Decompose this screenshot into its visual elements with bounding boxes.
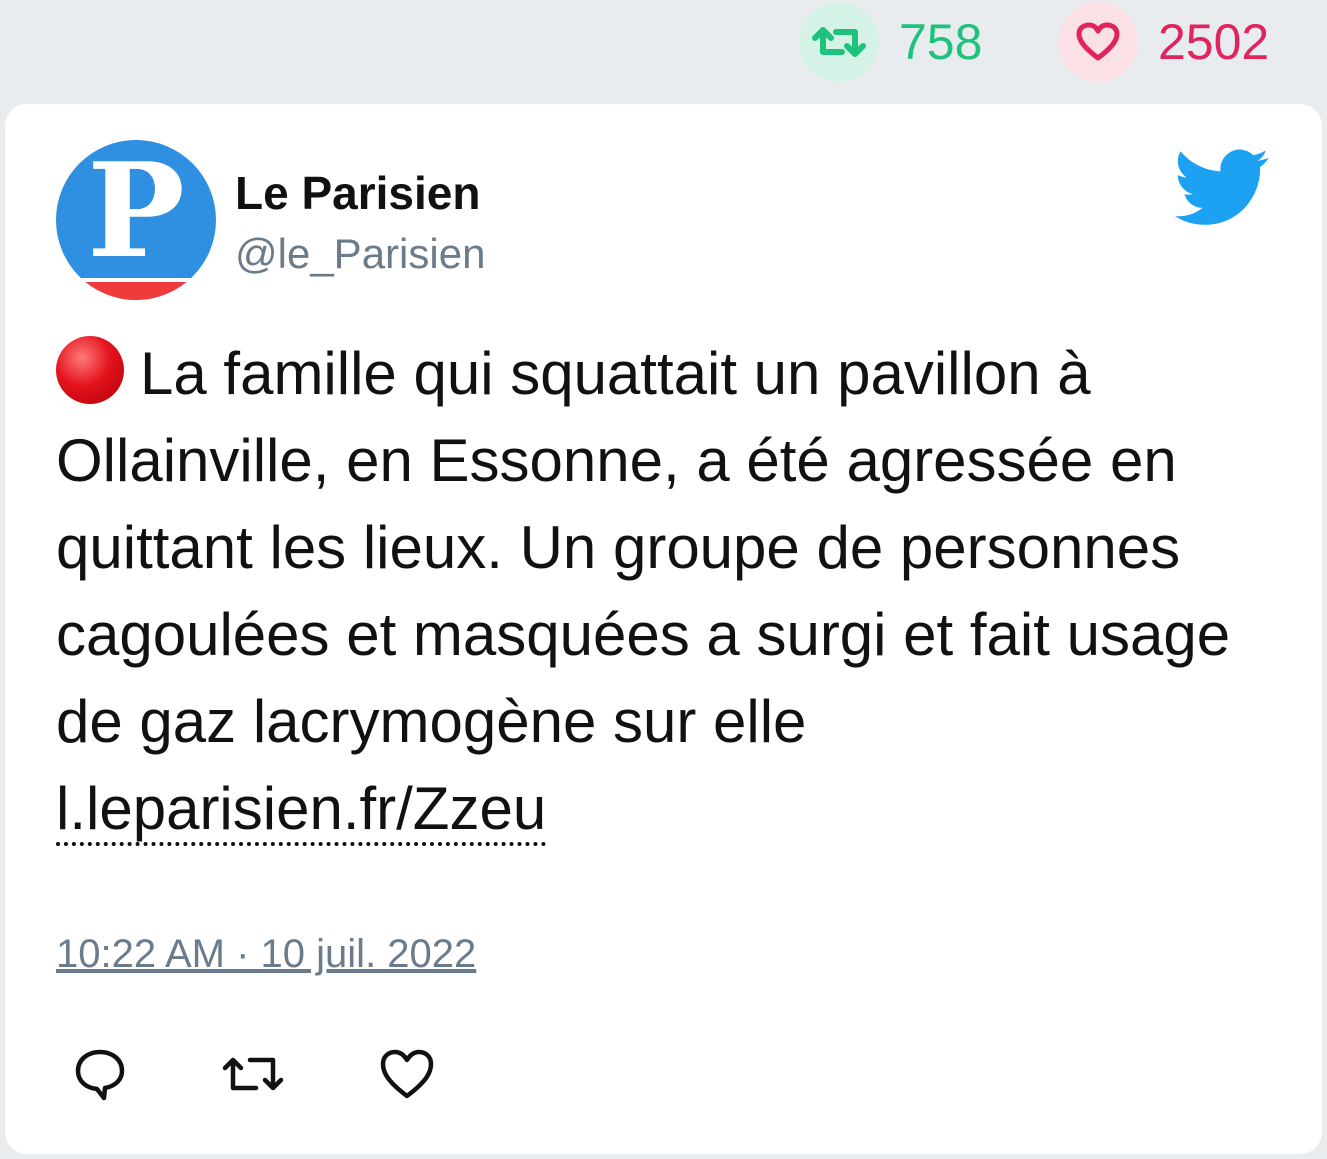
tweet-text: La famille qui squattait un pavillon à O…: [56, 330, 1276, 852]
like-stat[interactable]: 2502: [1058, 2, 1269, 82]
retweet-count: 758: [899, 14, 983, 70]
red-circle-emoji: [56, 336, 124, 404]
like-icon[interactable]: [377, 1044, 437, 1104]
retweet-stat[interactable]: 758: [799, 2, 982, 82]
avatar[interactable]: P: [56, 140, 216, 300]
tweet-timestamp[interactable]: 10:22 AM · 10 juil. 2022: [56, 932, 476, 977]
retweet-icon: [799, 2, 879, 82]
twitter-bird-icon[interactable]: [1175, 148, 1270, 228]
tweet-body: La famille qui squattait un pavillon à O…: [56, 340, 1231, 755]
avatar-band: [56, 282, 216, 300]
tweet-link[interactable]: l.leparisien.fr/Zzeu: [56, 775, 547, 846]
retweet-icon[interactable]: [220, 1044, 284, 1104]
author-name[interactable]: Le Parisien: [235, 166, 480, 220]
author-handle[interactable]: @le_Parisien: [235, 230, 485, 278]
avatar-letter: P: [87, 140, 185, 287]
tweet-actions: [5, 1044, 605, 1114]
stats-bar: 758 2502: [0, 0, 1327, 100]
like-count: 2502: [1158, 14, 1270, 70]
reply-icon[interactable]: [70, 1044, 130, 1104]
heart-icon: [1058, 2, 1138, 82]
tweet-card: P Le Parisien @le_Parisien La famille qu…: [5, 104, 1322, 1154]
